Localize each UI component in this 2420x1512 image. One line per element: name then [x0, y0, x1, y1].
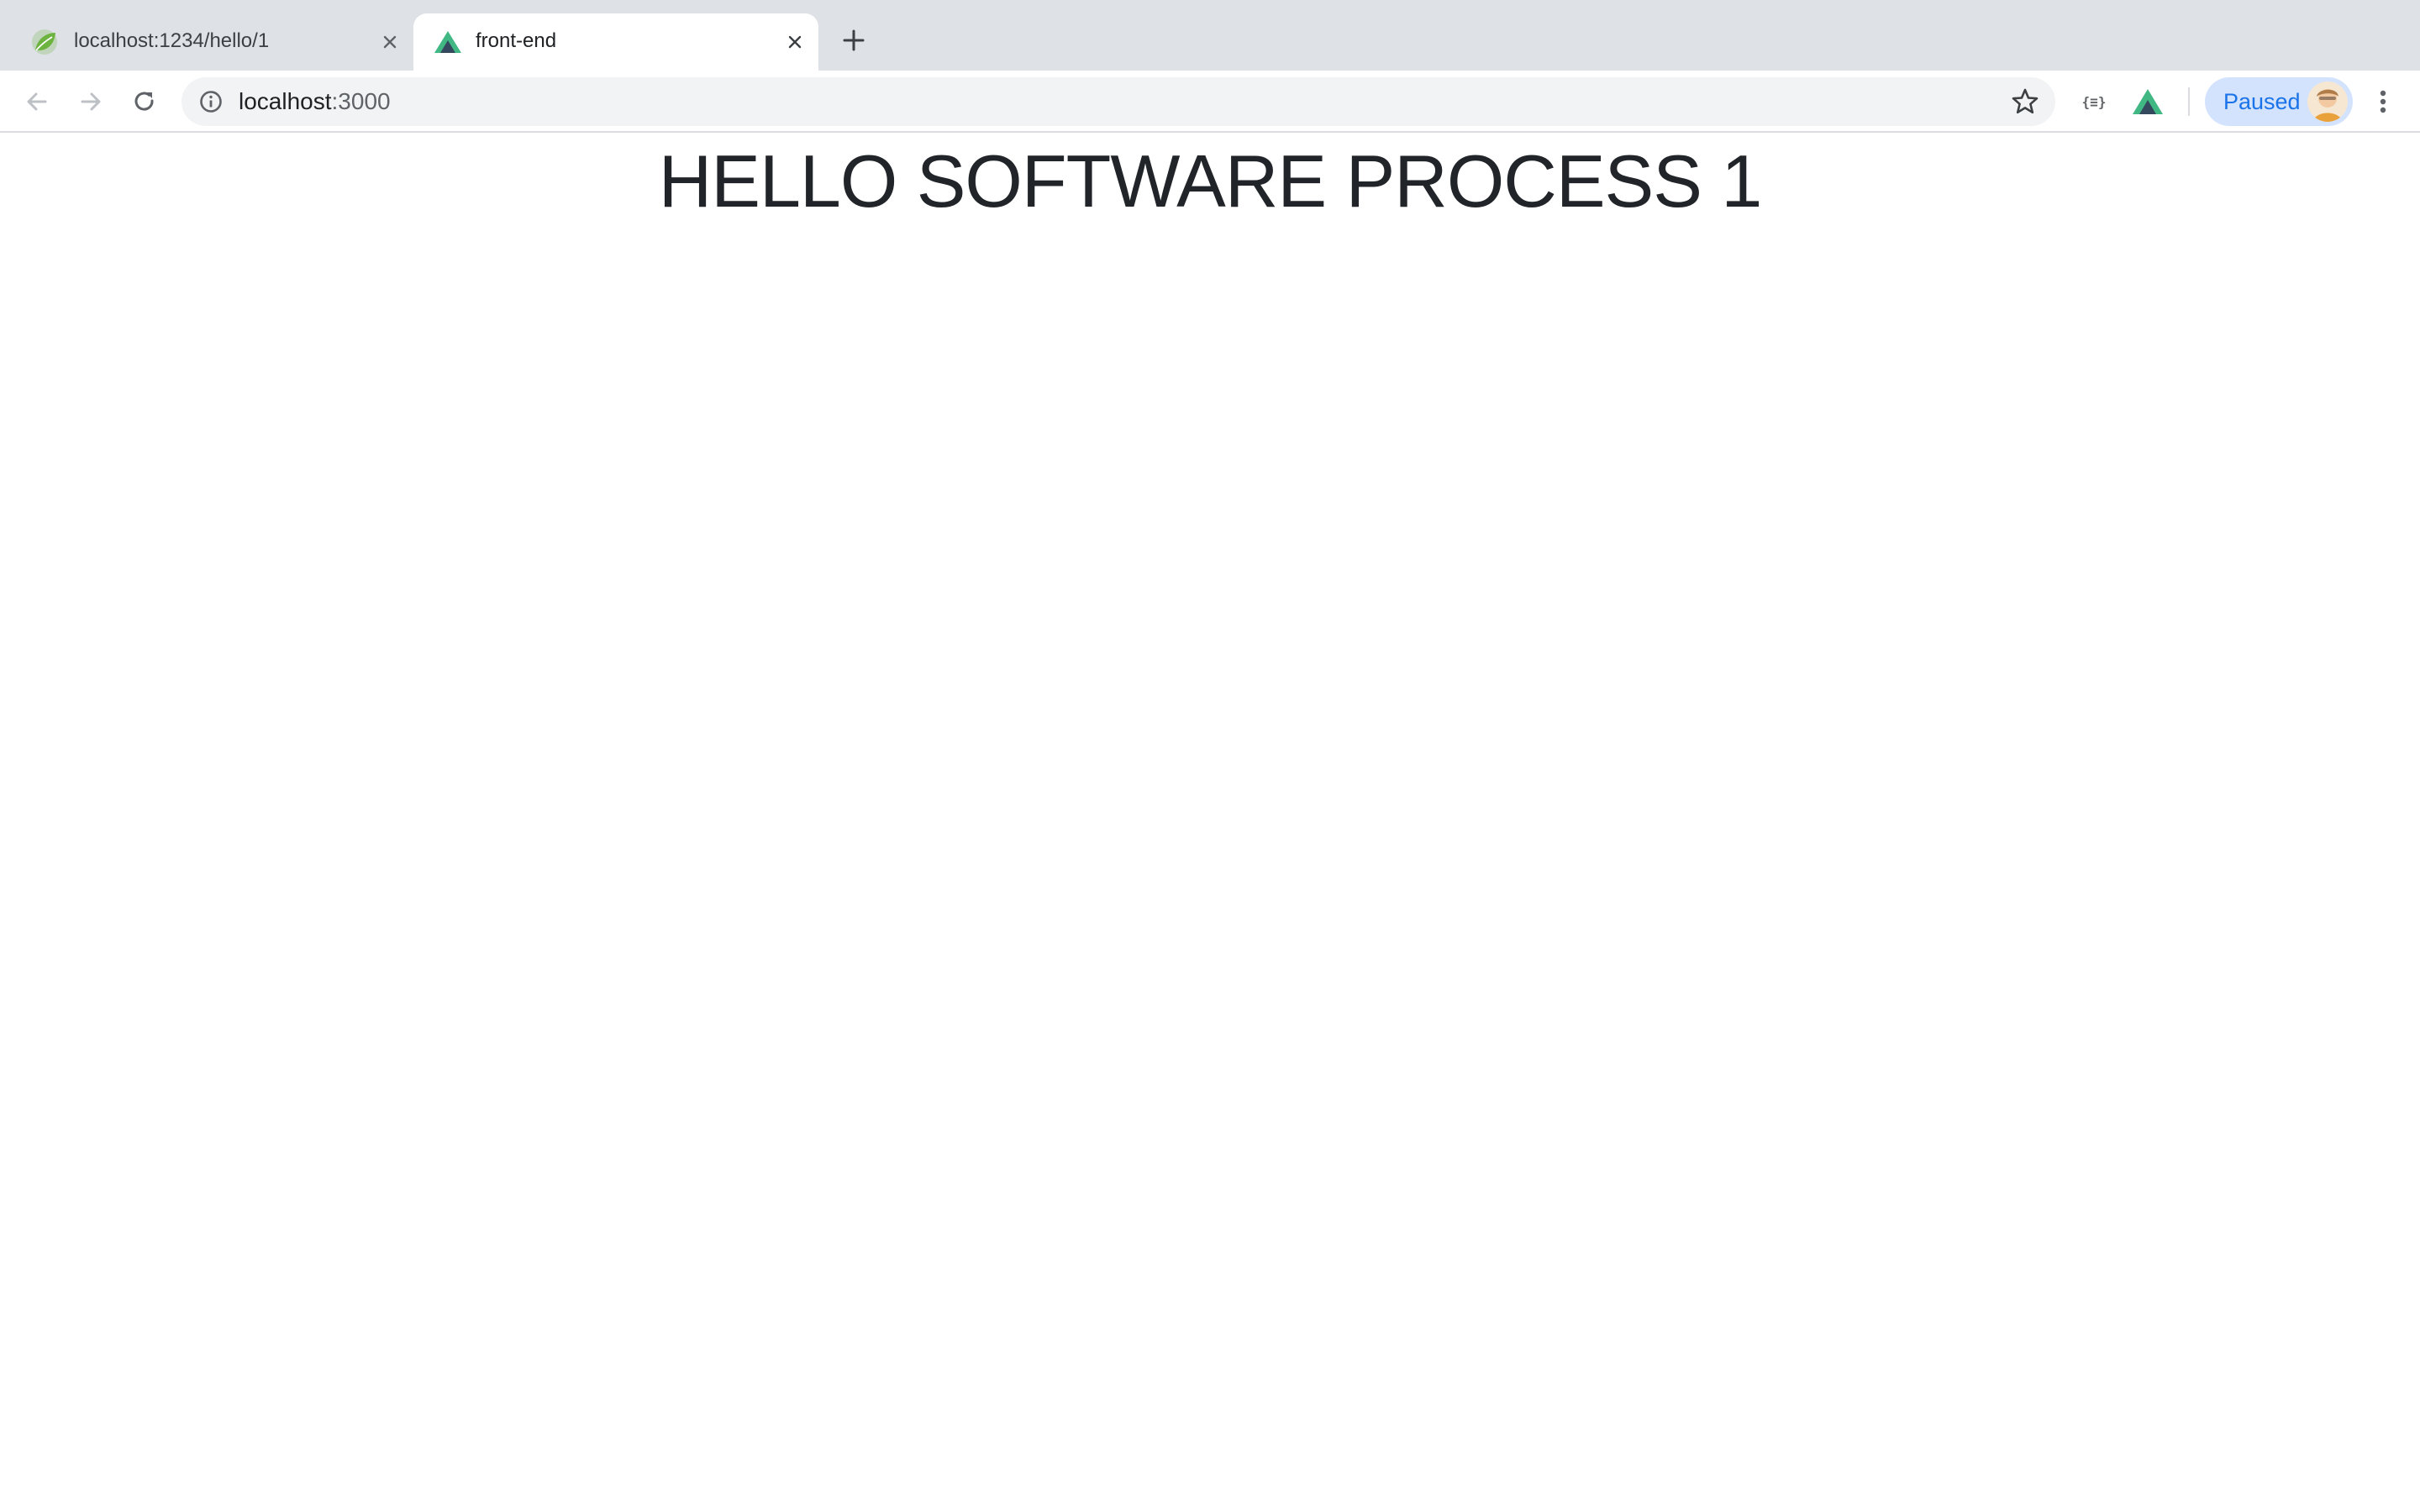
new-tab-button[interactable] — [837, 24, 871, 57]
avatar — [2307, 81, 2348, 122]
url-text[interactable]: localhost:3000 — [239, 89, 391, 114]
forward-button[interactable] — [71, 81, 111, 122]
tab-title: front-end — [476, 29, 557, 52]
address-bar[interactable]: localhost:3000 — [182, 77, 2055, 126]
close-tab-icon[interactable] — [373, 25, 407, 59]
reload-button[interactable] — [124, 81, 165, 122]
browser-toolbar: localhost:3000 {≡} Paused — [0, 71, 2420, 133]
back-button[interactable] — [17, 81, 57, 122]
tab-localhost-hello[interactable]: localhost:1234/hello/1 — [0, 13, 413, 71]
url-host: localhost — [239, 88, 332, 114]
toolbar-divider — [2188, 87, 2190, 116]
plus-icon — [843, 29, 865, 51]
info-icon[interactable] — [198, 89, 224, 114]
spring-leaf-icon — [32, 29, 57, 55]
url-port: :3000 — [331, 88, 391, 114]
profile-button[interactable]: Paused — [2205, 77, 2353, 126]
arrow-right-icon — [81, 92, 101, 111]
profile-status-label: Paused — [2223, 89, 2301, 114]
page-viewport: HELLO SOFTWARE PROCESS 1 — [0, 133, 2420, 1512]
bookmark-star-icon[interactable] — [2010, 87, 2040, 117]
reload-icon — [134, 92, 154, 111]
json-viewer-extension-icon[interactable]: {≡} — [2077, 89, 2111, 114]
arrow-left-icon — [27, 92, 47, 111]
vue-devtools-extension-icon[interactable] — [2131, 87, 2165, 117]
menu-button[interactable] — [2363, 81, 2403, 122]
tab-strip: localhost:1234/hello/1 front-end — [0, 0, 2420, 71]
close-tab-icon[interactable] — [778, 25, 812, 59]
more-vert-icon — [2380, 90, 2386, 113]
vue-logo-icon — [434, 31, 461, 53]
page-heading: HELLO SOFTWARE PROCESS 1 — [658, 139, 1763, 223]
tab-title: localhost:1234/hello/1 — [74, 29, 270, 52]
tab-front-end[interactable]: front-end — [413, 13, 818, 71]
